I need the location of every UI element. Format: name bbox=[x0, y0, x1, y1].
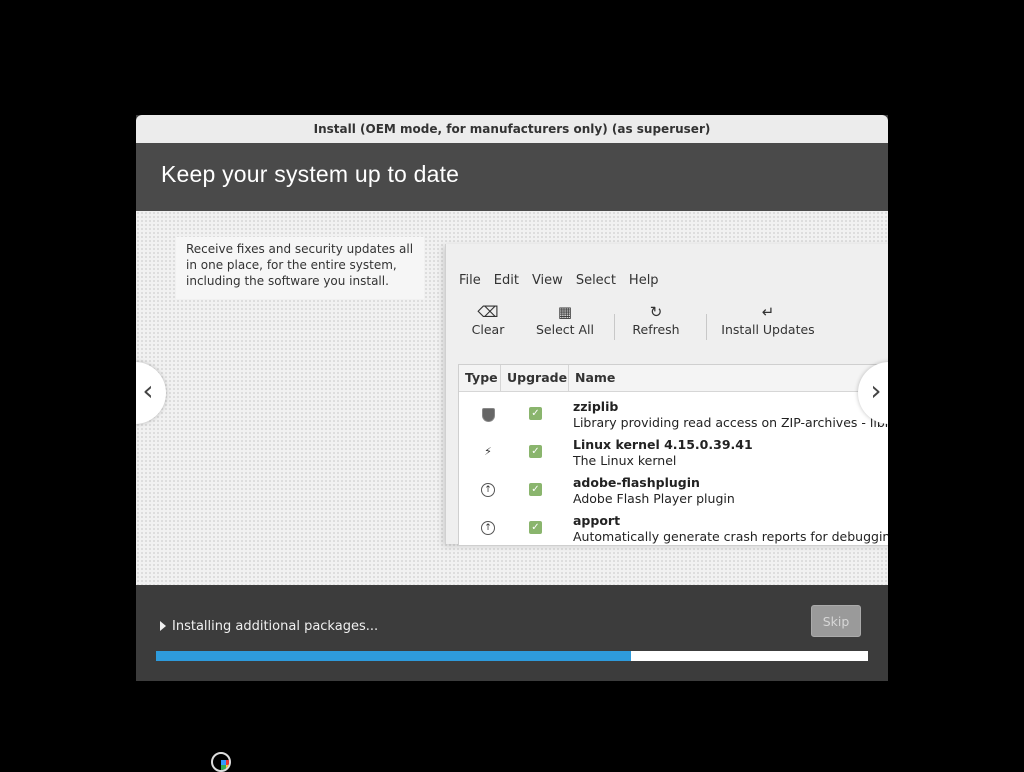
updates-table: Type Upgrade Name ✓ zziplib Library prov… bbox=[458, 364, 888, 546]
refresh-label: Refresh bbox=[632, 322, 680, 337]
busy-cursor-icon bbox=[211, 752, 231, 772]
table-row: ✓ zziplib Library providing read access … bbox=[459, 399, 888, 437]
status-expander[interactable]: Installing additional packages... bbox=[160, 619, 378, 634]
up-arrow-icon: ↑ bbox=[481, 521, 495, 535]
backspace-icon: ⌫ bbox=[477, 303, 499, 321]
install-updates-label: Install Updates bbox=[721, 322, 815, 337]
toolbar-separator bbox=[706, 314, 707, 340]
window-title: Install (OEM mode, for manufacturers onl… bbox=[136, 115, 888, 143]
clear-label: Clear bbox=[471, 322, 505, 337]
app-menubar: File Edit View Select Help bbox=[446, 266, 659, 296]
return-arrow-icon: ↵ bbox=[761, 303, 775, 321]
checkbox-checked-icon: ✓ bbox=[529, 483, 542, 496]
menu-select: Select bbox=[575, 273, 616, 288]
select-all-toolbar-item: ▦ Select All bbox=[534, 302, 596, 338]
update-manager-screenshot: File Edit View Select Help ⌫ Clear ▦ Sel… bbox=[445, 244, 888, 546]
chevron-right-icon: › bbox=[870, 374, 882, 407]
table-header: Type Upgrade Name bbox=[459, 365, 888, 392]
checkbox-checked-icon: ✓ bbox=[529, 407, 542, 420]
status-text: Installing additional packages... bbox=[172, 619, 379, 634]
toolbar-separator bbox=[614, 314, 615, 340]
app-toolbar: ⌫ Clear ▦ Select All ↻ Refresh ↵ Install… bbox=[446, 302, 888, 354]
installer-window: Install (OEM mode, for manufacturers onl… bbox=[136, 115, 888, 681]
select-all-icon: ▦ bbox=[557, 303, 573, 321]
expander-triangle-icon bbox=[160, 620, 166, 631]
shield-icon bbox=[483, 409, 494, 421]
lightning-icon: ⚡ bbox=[484, 445, 492, 458]
skip-button[interactable]: Skip bbox=[811, 605, 861, 637]
up-arrow-icon: ↑ bbox=[481, 483, 495, 497]
package-name: adobe-flashplugin bbox=[573, 475, 700, 490]
checkbox-checked-icon: ✓ bbox=[529, 445, 542, 458]
table-row: ↑ ✓ apport Automatically generate crash … bbox=[459, 513, 888, 545]
table-row: ⚡ ✓ Linux kernel 4.15.0.39.41 The Linux … bbox=[459, 437, 888, 475]
package-description: Adobe Flash Player plugin bbox=[573, 491, 735, 506]
package-description: The Linux kernel bbox=[573, 453, 677, 468]
package-description: Automatically generate crash reports for… bbox=[573, 529, 888, 544]
slideshow: Receive fixes and security updates all i… bbox=[136, 211, 888, 585]
progress-bar bbox=[156, 651, 868, 661]
column-name: Name bbox=[575, 370, 616, 385]
menu-edit: Edit bbox=[493, 273, 519, 288]
progress-fill bbox=[156, 651, 631, 661]
refresh-icon: ↻ bbox=[649, 303, 663, 321]
slide-description: Receive fixes and security updates all i… bbox=[176, 237, 424, 299]
package-name: apport bbox=[573, 513, 621, 528]
install-progress-area: Installing additional packages... Skip bbox=[136, 585, 888, 681]
install-updates-toolbar-item: ↵ Install Updates bbox=[718, 302, 818, 338]
select-all-label: Select All bbox=[535, 322, 595, 337]
menu-file: File bbox=[459, 273, 481, 288]
checkbox-checked-icon: ✓ bbox=[529, 521, 542, 534]
refresh-toolbar-item: ↻ Refresh bbox=[631, 302, 681, 338]
column-upgrade: Upgrade bbox=[501, 365, 569, 391]
previous-slide-button[interactable]: ‹ bbox=[136, 362, 166, 424]
package-name: zziplib bbox=[573, 399, 619, 414]
menu-help: Help bbox=[628, 273, 659, 288]
page-title: Keep your system up to date bbox=[161, 161, 460, 187]
table-row: ↑ ✓ adobe-flashplugin Adobe Flash Player… bbox=[459, 475, 888, 513]
clear-toolbar-item: ⌫ Clear bbox=[468, 302, 508, 338]
menu-view: View bbox=[531, 273, 563, 288]
package-description: Library providing read access on ZIP-arc… bbox=[573, 415, 888, 430]
column-type: Type bbox=[459, 365, 501, 391]
page-header: Keep your system up to date bbox=[136, 143, 888, 211]
package-name: Linux kernel 4.15.0.39.41 bbox=[573, 437, 753, 452]
chevron-left-icon: ‹ bbox=[142, 374, 154, 407]
